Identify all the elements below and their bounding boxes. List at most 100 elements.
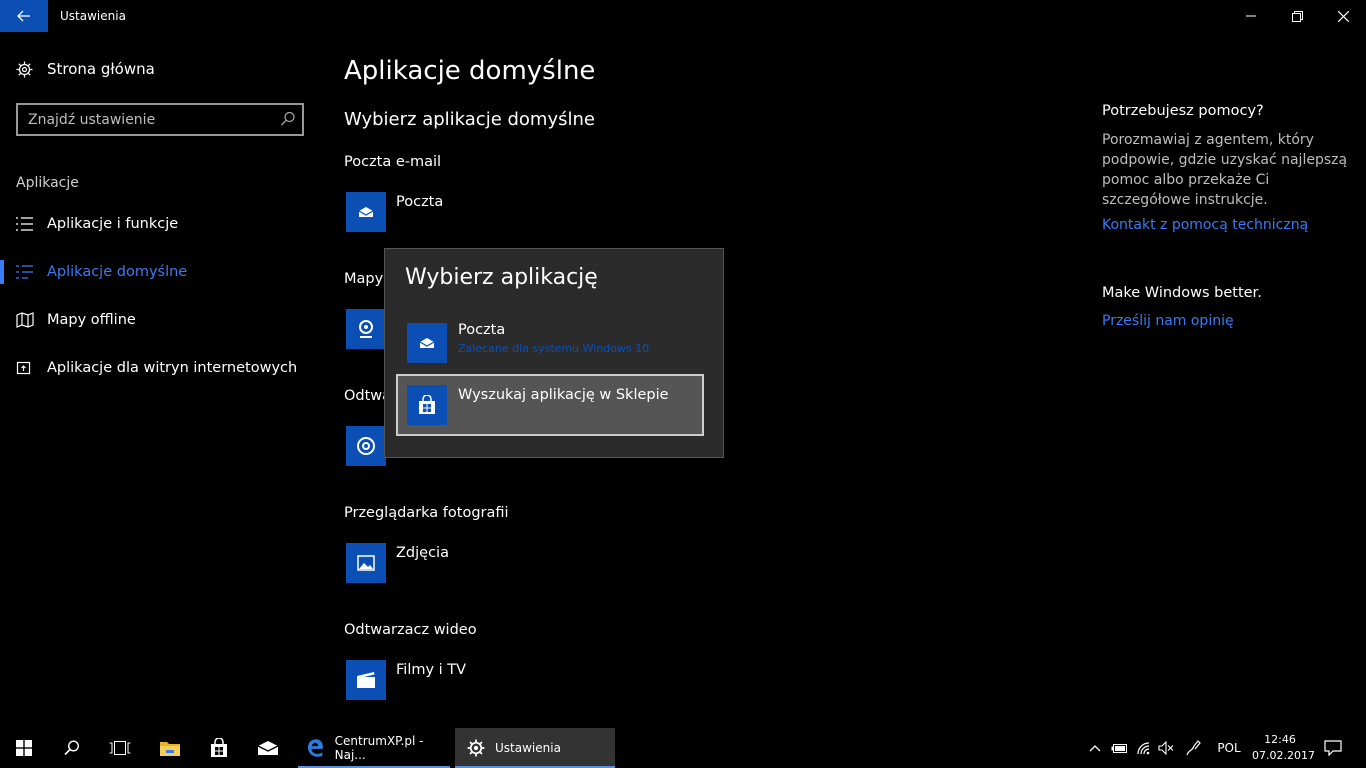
clock-date: 07.02.2017	[1252, 749, 1315, 762]
video-app-name[interactable]: Filmy i TV	[396, 662, 466, 678]
nav-section-heading: Aplikacje	[16, 175, 79, 191]
wifi-icon	[1137, 742, 1150, 755]
taskbar-search-button[interactable]	[48, 728, 96, 768]
sidebar-item-website-apps[interactable]: Aplikacje dla witryn internetowych	[0, 348, 320, 388]
minimize-icon	[1246, 15, 1256, 17]
flyout-title: Wybierz aplikację	[405, 265, 598, 290]
mail-taskbar-button[interactable]	[244, 728, 292, 768]
music-icon	[357, 437, 375, 455]
flyout-item-mail[interactable]: Poczta Zalecane dla systemu Windows 10	[396, 312, 704, 374]
page-title: Aplikacje domyślne	[344, 56, 596, 86]
photos-app-name[interactable]: Zdjęcia	[396, 545, 449, 561]
maps-icon	[359, 320, 373, 338]
notification-icon	[1324, 740, 1342, 756]
video-icon	[357, 672, 375, 688]
task-view-button[interactable]	[96, 728, 144, 768]
category-maps-label: Mapy	[344, 271, 384, 287]
settings-search[interactable]	[16, 103, 304, 136]
email-app-tile[interactable]	[346, 192, 386, 232]
title-bar: Ustawienia	[0, 0, 1366, 32]
category-email-label: Poczta e-mail	[344, 154, 442, 170]
help-text: Porozmawiaj z agentem, który podpowie, g…	[1102, 132, 1348, 208]
category-photos-label: Przeglądarka fotografii	[344, 505, 509, 521]
list-icon	[16, 217, 33, 231]
start-button[interactable]	[0, 728, 48, 768]
section-title: Wybierz aplikacje domyślne	[344, 109, 595, 130]
mail-icon	[257, 741, 279, 755]
photos-icon	[357, 555, 375, 571]
feedback-link[interactable]: Prześlij nam opinię	[1102, 313, 1234, 329]
chevron-up-icon	[1089, 745, 1101, 752]
window-title: Ustawienia	[60, 9, 126, 23]
sidebar-item-offline-maps[interactable]: Mapy offline	[0, 300, 320, 340]
default-apps-icon	[16, 265, 33, 279]
email-app-name[interactable]: Poczta	[396, 194, 443, 210]
show-hidden-icons-button[interactable]	[1084, 728, 1106, 768]
store-icon	[419, 395, 435, 414]
choose-app-flyout: Wybierz aplikację Poczta Zalecane dla sy…	[384, 248, 724, 458]
taskbar-app-label: Ustawienia	[495, 741, 561, 755]
windows-icon	[16, 740, 32, 756]
sidebar-item-label: Aplikacje domyślne	[47, 264, 188, 280]
flyout-item-tile	[407, 385, 447, 425]
taskbar-clock[interactable]: 12:46 07.02.2017	[1252, 732, 1315, 764]
nav-home-label: Strona główna	[47, 60, 155, 78]
search-icon	[64, 740, 80, 756]
input-language-button[interactable]: POL	[1212, 728, 1246, 768]
flyout-item-tile	[407, 323, 447, 363]
battery-tray-button[interactable]	[1108, 728, 1132, 768]
flyout-item-recommended: Zalecane dla systemu Windows 10	[458, 342, 650, 355]
network-tray-button[interactable]	[1133, 728, 1155, 768]
action-center-button[interactable]	[1318, 728, 1348, 768]
store-icon	[211, 738, 227, 757]
support-contact-link[interactable]: Kontakt z pomocą techniczną	[1102, 217, 1308, 233]
active-indicator	[0, 260, 4, 284]
volume-tray-button[interactable]	[1155, 728, 1177, 768]
back-button[interactable]	[0, 0, 48, 32]
task-view-icon	[109, 741, 131, 755]
taskbar: CentrumXP.pl - Naj... Ustawienia POL 12:…	[0, 728, 1366, 768]
search-input[interactable]	[18, 105, 268, 134]
taskbar-app-label: CentrumXP.pl - Naj...	[334, 734, 424, 762]
close-button[interactable]	[1320, 0, 1366, 32]
video-app-tile[interactable]	[346, 660, 386, 700]
flyout-item-store[interactable]: Wyszukaj aplikację w Sklepie	[396, 374, 704, 436]
sidebar-item-default-apps[interactable]: Aplikacje domyślne	[0, 252, 320, 292]
volume-muted-icon	[1158, 741, 1174, 755]
map-icon	[16, 312, 34, 328]
help-title: Potrzebujesz pomocy?	[1102, 103, 1264, 119]
pen-workspace-button[interactable]	[1182, 728, 1206, 768]
minimize-button[interactable]	[1228, 0, 1274, 32]
maps-app-tile[interactable]	[346, 309, 386, 349]
battery-icon	[1111, 744, 1127, 753]
flyout-item-name: Wyszukaj aplikację w Sklepie	[458, 387, 669, 403]
close-icon	[1337, 10, 1349, 22]
restore-button[interactable]	[1274, 0, 1320, 32]
file-explorer-button[interactable]	[146, 728, 194, 768]
search-icon[interactable]	[280, 111, 296, 127]
gear-icon	[16, 61, 33, 77]
feedback-title: Make Windows better.	[1102, 285, 1262, 301]
taskbar-app-settings[interactable]: Ustawienia	[455, 728, 615, 768]
photos-app-tile[interactable]	[346, 543, 386, 583]
nav-home[interactable]: Strona główna	[16, 60, 155, 78]
sidebar-item-apps-features[interactable]: Aplikacje i funkcje	[0, 204, 320, 244]
clock-time: 12:46	[1264, 733, 1296, 746]
pen-icon	[1186, 740, 1201, 756]
flyout-item-name: Poczta	[458, 322, 506, 338]
mail-icon	[358, 207, 374, 217]
folder-icon	[160, 742, 180, 756]
restore-icon	[1291, 10, 1303, 22]
arrow-left-icon	[17, 10, 30, 22]
website-apps-icon	[16, 361, 31, 375]
sidebar-item-label: Aplikacje i funkcje	[47, 216, 179, 232]
taskbar-app-edge[interactable]: CentrumXP.pl - Naj...	[298, 728, 450, 768]
sidebar-item-label: Mapy offline	[47, 312, 136, 328]
store-taskbar-button[interactable]	[195, 728, 243, 768]
mail-icon	[419, 338, 435, 348]
gear-icon	[467, 739, 485, 757]
sidebar-item-label: Aplikacje dla witryn internetowych	[47, 360, 298, 376]
music-app-tile[interactable]	[346, 426, 386, 466]
category-video-label: Odtwarzacz wideo	[344, 622, 477, 638]
edge-icon	[307, 739, 323, 757]
